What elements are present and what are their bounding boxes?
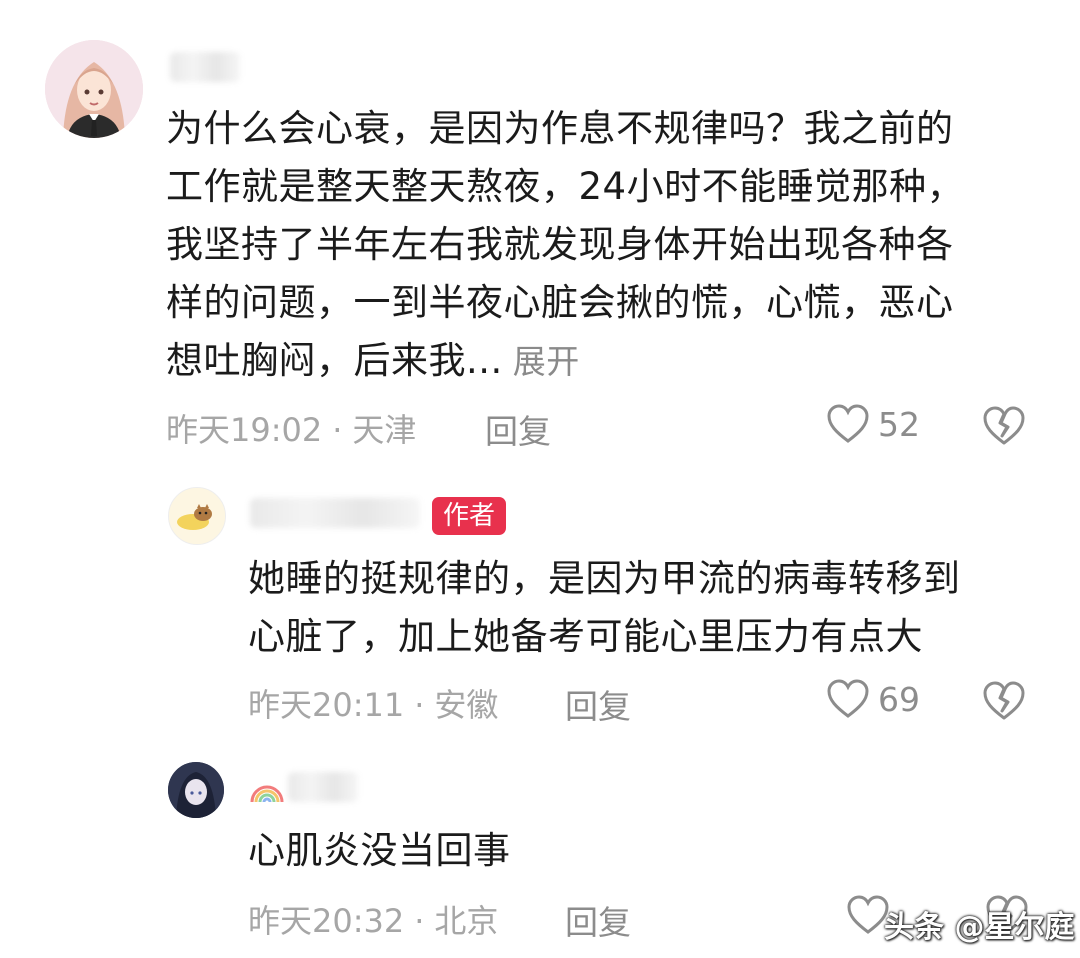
- comment-line: 我坚持了半年左右我就发现身体开始出现各种各: [166, 223, 954, 266]
- rainbow-icon: [250, 772, 284, 810]
- comment-body-2: 她睡的挺规律的，是因为甲流的病毒转移到 心脏了，加上她备考可能心里压力有点大: [248, 550, 961, 666]
- comment-meta-2: 昨天20:11 · 安徽: [248, 680, 498, 726]
- comment-time: 昨天20:11: [248, 686, 405, 724]
- broken-heart-icon: [983, 406, 1025, 445]
- username-author[interactable]: [250, 498, 420, 528]
- reply-button[interactable]: 回复: [565, 680, 631, 728]
- like-count: 52: [878, 404, 920, 444]
- comment-line-text: 想吐胸闷，后来我...: [166, 339, 503, 382]
- dislike-button[interactable]: [982, 680, 1026, 726]
- expand-link[interactable]: 展开: [513, 342, 580, 381]
- watermark: 头条 @星尔庭: [884, 910, 1075, 945]
- comment-time: 昨天19:02: [166, 411, 323, 449]
- comment-line-last: 想吐胸闷，后来我... 展开: [166, 332, 964, 391]
- avatar-user-1[interactable]: [45, 40, 143, 138]
- comment-line: 心肌炎没当回事: [248, 829, 511, 872]
- reply-button[interactable]: 回复: [565, 896, 631, 944]
- comment-body-3: 心肌炎没当回事: [248, 822, 511, 880]
- comment-location: 安徽: [434, 686, 499, 724]
- heart-icon: [827, 679, 869, 718]
- comment-location: 北京: [434, 902, 499, 940]
- comment-line: 工作就是整天整天熬夜，24小时不能睡觉那种，: [166, 165, 965, 208]
- like-button[interactable]: 52: [826, 403, 920, 445]
- comment-line: 她睡的挺规律的，是因为甲流的病毒转移到: [248, 557, 961, 600]
- username-user-3[interactable]: [288, 772, 358, 802]
- heart-icon: [827, 404, 869, 443]
- comment-line: 为什么会心衰，是因为作息不规律吗？我之前的: [166, 107, 954, 150]
- broken-heart-icon: [983, 681, 1025, 720]
- like-button[interactable]: 69: [826, 678, 920, 720]
- dislike-button[interactable]: [982, 405, 1026, 451]
- comment-line: 样的问题，一到半夜心脏会揪的慌，心慌，恶心: [166, 281, 954, 324]
- anime-avatar-icon: [168, 762, 224, 818]
- comment-meta-3: 昨天20:32 · 北京: [248, 896, 498, 942]
- avatar-author[interactable]: [168, 487, 226, 545]
- like-count: 69: [878, 679, 920, 719]
- avatar-user-3[interactable]: [168, 762, 224, 818]
- meta-separator: ·: [414, 902, 425, 940]
- comment-body-1: 为什么会心衰，是因为作息不规律吗？我之前的 工作就是整天整天熬夜，24小时不能睡…: [166, 100, 964, 391]
- meta-separator: ·: [414, 686, 425, 724]
- username-user-1[interactable]: [170, 52, 240, 82]
- meta-separator: ·: [332, 411, 343, 449]
- reply-button[interactable]: 回复: [485, 405, 551, 453]
- comment-time: 昨天20:32: [248, 902, 405, 940]
- cat-avatar-icon: [169, 488, 225, 544]
- author-badge: 作者: [432, 497, 507, 535]
- comment-line: 心脏了，加上她备考可能心里压力有点大: [248, 615, 923, 658]
- girl-avatar-icon: [45, 40, 143, 138]
- comment-location: 天津: [352, 411, 417, 449]
- comment-meta-1: 昨天19:02 · 天津: [166, 405, 416, 451]
